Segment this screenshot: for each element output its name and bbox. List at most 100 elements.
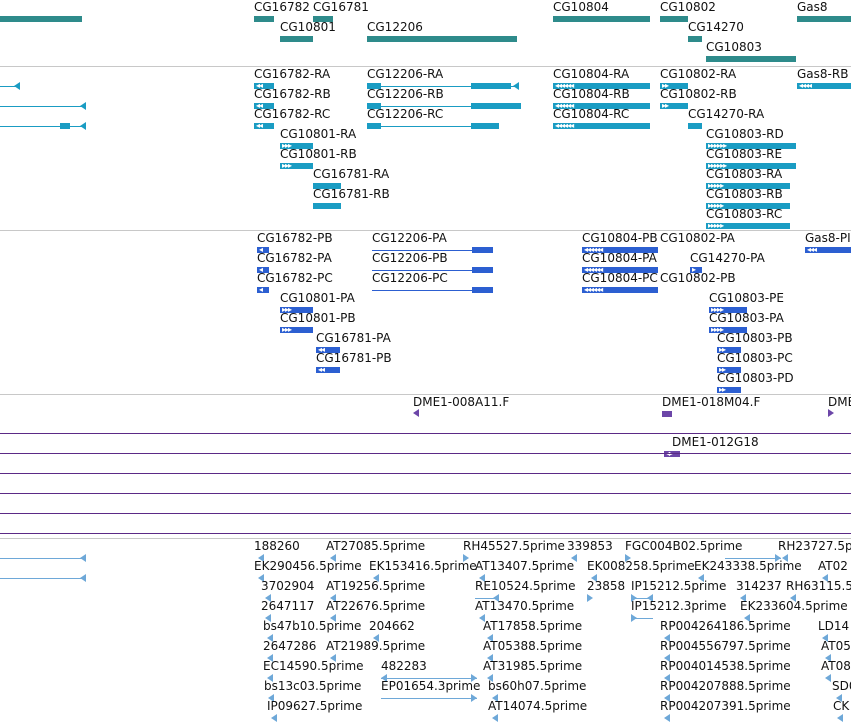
feature-label: 2647117 — [261, 599, 315, 613]
feature-label: RP004207391.5prime — [660, 699, 791, 713]
feature-label: CG10804-RC — [553, 107, 630, 121]
feature-label: SD0 — [832, 679, 851, 693]
feature-label: CG10803-PD — [717, 371, 794, 385]
feature-label: AT22676.5prime — [326, 599, 426, 613]
feature-label: AT05 — [821, 639, 851, 653]
feature-intron-line — [381, 698, 477, 699]
feature-label: CG12206-PC — [372, 271, 448, 285]
feature-label: AT14074.5prime — [488, 699, 588, 713]
clone-span-line — [0, 533, 851, 534]
feature-label: AT05388.5prime — [483, 639, 583, 653]
strand-left-icon — [492, 714, 498, 722]
feature-label: CG14270-RA — [688, 107, 765, 121]
strand-arrows: ▸ — [692, 265, 696, 274]
feature-label: 188260 — [254, 539, 300, 553]
feature-bar: ▸▸▸ — [280, 326, 313, 334]
strand-arrows: ▸▸ — [662, 101, 669, 110]
feature-intron-line — [0, 126, 86, 127]
feature-bar — [254, 16, 274, 22]
feature-bar — [367, 123, 381, 129]
transcript-track: CG16782-RA ◂◂ CG16782-RB ◂◂ CG16782-RC ◂◂ CG10… — [0, 67, 851, 230]
feature-label: CG10801-PB — [280, 311, 356, 325]
feature-label: CG10803-RB — [706, 187, 783, 201]
feature-label: CG12206-PA — [372, 231, 447, 245]
feature-label: DME1-012G18 — [672, 435, 759, 449]
feature-label: EK290456.5prime — [254, 559, 362, 573]
feature-label: 204662 — [369, 619, 415, 633]
feature-label: IP09627.5prime — [267, 699, 363, 713]
feature-label: Gas8-RB — [797, 67, 849, 81]
feature-label: 3702904 — [261, 579, 315, 593]
est-track: 188260 AT27085.5prime RH45527.5prime 339853… — [0, 539, 851, 722]
feature-label: RP004264186.5prime — [660, 619, 791, 633]
feature-label: CG10803-PC — [717, 351, 793, 365]
feature-label: CG10803-PA — [709, 311, 784, 325]
feature-label: CG10802-PA — [660, 231, 735, 245]
feature-bar — [471, 123, 499, 129]
feature-label: CG10802 — [660, 0, 716, 14]
feature-bar — [662, 411, 672, 417]
feature-bar — [688, 123, 702, 129]
feature-label: CG10802-RA — [660, 67, 737, 81]
strand-arrows: ◂◂◂◂◂◂ — [584, 285, 603, 294]
feature-label: CG10803-PE — [709, 291, 784, 305]
feature-label: CG12206-RC — [367, 107, 444, 121]
feature-label: CG10803 — [706, 40, 762, 54]
feature-label: Gas8 — [797, 0, 828, 14]
feature-label: RH23727.5p — [778, 539, 851, 553]
feature-label: IP15212.3prime — [631, 599, 727, 613]
strand-arrows: ◂▸ — [666, 450, 673, 458]
strand-arrows: ◂◂◂◂◂◂ — [555, 121, 574, 130]
feature-label: RP004207888.5prime — [660, 679, 791, 693]
strand-left-icon — [271, 714, 277, 722]
feature-bar: ▸▸ — [717, 386, 741, 394]
feature-label: EC14590.5prime — [263, 659, 364, 673]
feature-label: CG10801-PA — [280, 291, 355, 305]
feature-label: CG16782 — [254, 0, 310, 14]
feature-bar — [553, 16, 650, 22]
feature-label: Gas8-PI — [805, 231, 851, 245]
feature-label: CG16781-PA — [316, 331, 391, 345]
feature-label: EK233604.5prime — [740, 599, 848, 613]
feature-label: RH63115.5 — [786, 579, 851, 593]
feature-bar: ◂◂◂◂ — [797, 81, 851, 90]
feature-bar: ◂◂◂◂◂◂ — [553, 121, 650, 130]
feature-label: bs13c03.5prime — [264, 679, 362, 693]
feature-label: 482283 — [381, 659, 427, 673]
feature-label: CG16781-PB — [316, 351, 392, 365]
feature-label: IP15212.5prime — [631, 579, 727, 593]
feature-label: 314237 — [736, 579, 782, 593]
feature-label: DME1-008A11.F — [413, 395, 510, 409]
feature-label: AT13470.5prime — [475, 599, 575, 613]
feature-label: CG16781 — [313, 0, 369, 14]
strand-arrows: ◂◂◂◂ — [799, 81, 812, 90]
feature-label: CG16782-RA — [254, 67, 331, 81]
clone-span-line — [0, 473, 851, 474]
feature-bar: ◂▸ — [664, 450, 680, 458]
feature-label: CG12206-RA — [367, 67, 444, 81]
feature-label: AT13407.5prime — [475, 559, 575, 573]
feature-label: CG16782-PA — [257, 251, 332, 265]
strand-left-icon — [837, 714, 843, 722]
feature-label: AT02 — [818, 559, 848, 573]
clone-span-line — [0, 433, 851, 434]
feature-label: LD14 — [818, 619, 850, 633]
feature-label: CG12206-PB — [372, 251, 448, 265]
feature-bar: ▸▸▸▸▸ — [706, 222, 790, 230]
feature-bar: ◂◂ — [316, 366, 340, 374]
feature-label: CG10803-PB — [717, 331, 793, 345]
genome-browser: CG16782 CG16781 CG10801 CG12206 CG10804 CG108… — [0, 0, 851, 722]
feature-label: CG10801-RA — [280, 127, 357, 141]
strand-right-icon — [587, 594, 593, 602]
feature-label: CG12206-RB — [367, 87, 444, 101]
protein-track: CG16782-PB ◂ CG16782-PA ◂ CG16782-PC ◂ CG10801… — [0, 231, 851, 394]
feature-label: CG16782-RC — [254, 107, 331, 121]
strand-left-icon — [80, 122, 86, 130]
clone-track: DME1-008A11.F DME1-018M04.F DME DME1-012G18… — [0, 395, 851, 538]
gene-track: CG16782 CG16781 CG10801 CG12206 CG10804 CG108… — [0, 0, 851, 66]
feature-label: CG10804-RB — [553, 87, 630, 101]
feature-label: AT27085.5prime — [326, 539, 426, 553]
feature-label: bs60h07.5prime — [488, 679, 587, 693]
strand-left-icon — [80, 102, 86, 110]
strand-right-icon — [828, 409, 834, 417]
